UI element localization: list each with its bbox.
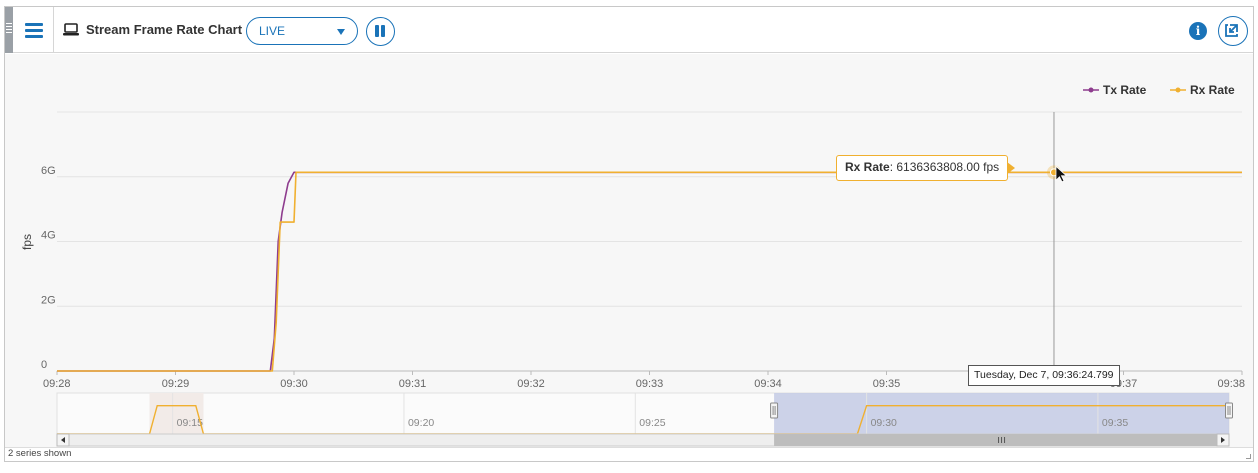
tooltip-value: 6136363808.00 fps [896, 160, 1000, 174]
y-tick-label: 2G [41, 294, 56, 306]
legend-item-tx-rate[interactable]: Tx Rate [1103, 83, 1147, 97]
legend-marker [1088, 87, 1094, 93]
popout-button[interactable] [1218, 16, 1248, 46]
y-tick-label: 6G [41, 165, 56, 177]
y-axis-title: fps [20, 234, 34, 250]
toolbar-divider [53, 7, 54, 53]
pause-icon [375, 25, 379, 37]
x-tick-label: 09:34 [754, 378, 782, 390]
time-tooltip: Tuesday, Dec 7, 09:36:24.799 [968, 365, 1120, 386]
chevron-down-icon [337, 29, 345, 35]
x-tick-label: 09:33 [636, 378, 664, 390]
chart-svg[interactable]: 0 2G 4G 6G fps 09:28 09:29 09:30 09:31 09:32 09:33… [5, 54, 1253, 448]
navigator-tick-label: 09:25 [639, 417, 665, 429]
navigator-tick-label: 09:20 [408, 417, 434, 429]
x-tick-label: 09:32 [517, 378, 545, 390]
status-bar: 2 series shown [5, 447, 1253, 461]
navigator-tick-label: 09:30 [871, 417, 897, 429]
resize-grip-icon[interactable] [1246, 454, 1251, 459]
navigator-handle[interactable] [770, 402, 779, 419]
x-tick-label: 09:28 [43, 378, 71, 390]
pause-button[interactable] [366, 17, 395, 46]
popout-icon [1225, 24, 1238, 37]
grip-dots-icon [6, 23, 12, 33]
series-line-tx-rate[interactable] [57, 171, 1242, 372]
navigator-tick-label: 09:35 [1102, 417, 1128, 429]
legend-marker [1175, 87, 1181, 93]
navigator-handle[interactable] [1225, 402, 1233, 419]
x-tick-label: 09:35 [873, 378, 901, 390]
legend-item-rx-rate[interactable]: Rx Rate [1190, 83, 1235, 97]
x-tick-label: 09:38 [1217, 378, 1245, 390]
x-tick-label: 09:29 [162, 378, 190, 390]
y-tick-label: 0 [41, 359, 47, 371]
chart-area[interactable]: 0 2G 4G 6G fps 09:28 09:29 09:30 09:31 09:32 09:33… [5, 54, 1253, 448]
y-tick-label: 4G [41, 230, 56, 242]
navigator-selection[interactable] [774, 393, 1229, 434]
hamburger-icon[interactable] [21, 17, 47, 43]
mode-value: LIVE [259, 24, 286, 38]
laptop-icon [63, 23, 79, 36]
info-icon[interactable]: i [1189, 22, 1207, 40]
value-tooltip: Rx Rate: 6136363808.00 fps [836, 155, 1016, 181]
toolbar: Stream Frame Rate Chart LIVE i [13, 7, 1253, 53]
mode-select[interactable]: LIVE [246, 17, 358, 45]
tooltip-series-label: Rx Rate [845, 160, 890, 174]
chart-panel: Stream Frame Rate Chart LIVE i 0 2G 4G 6G fp… [4, 6, 1254, 462]
mouse-cursor-icon [1055, 165, 1068, 183]
drag-handle[interactable] [5, 7, 13, 53]
series-count: 2 series shown [8, 448, 72, 459]
chart-title: Stream Frame Rate Chart [86, 22, 243, 37]
x-tick-label: 09:31 [399, 378, 427, 390]
x-tick-label: 09:30 [280, 378, 308, 390]
series-line-rx-rate[interactable] [57, 171, 1242, 372]
